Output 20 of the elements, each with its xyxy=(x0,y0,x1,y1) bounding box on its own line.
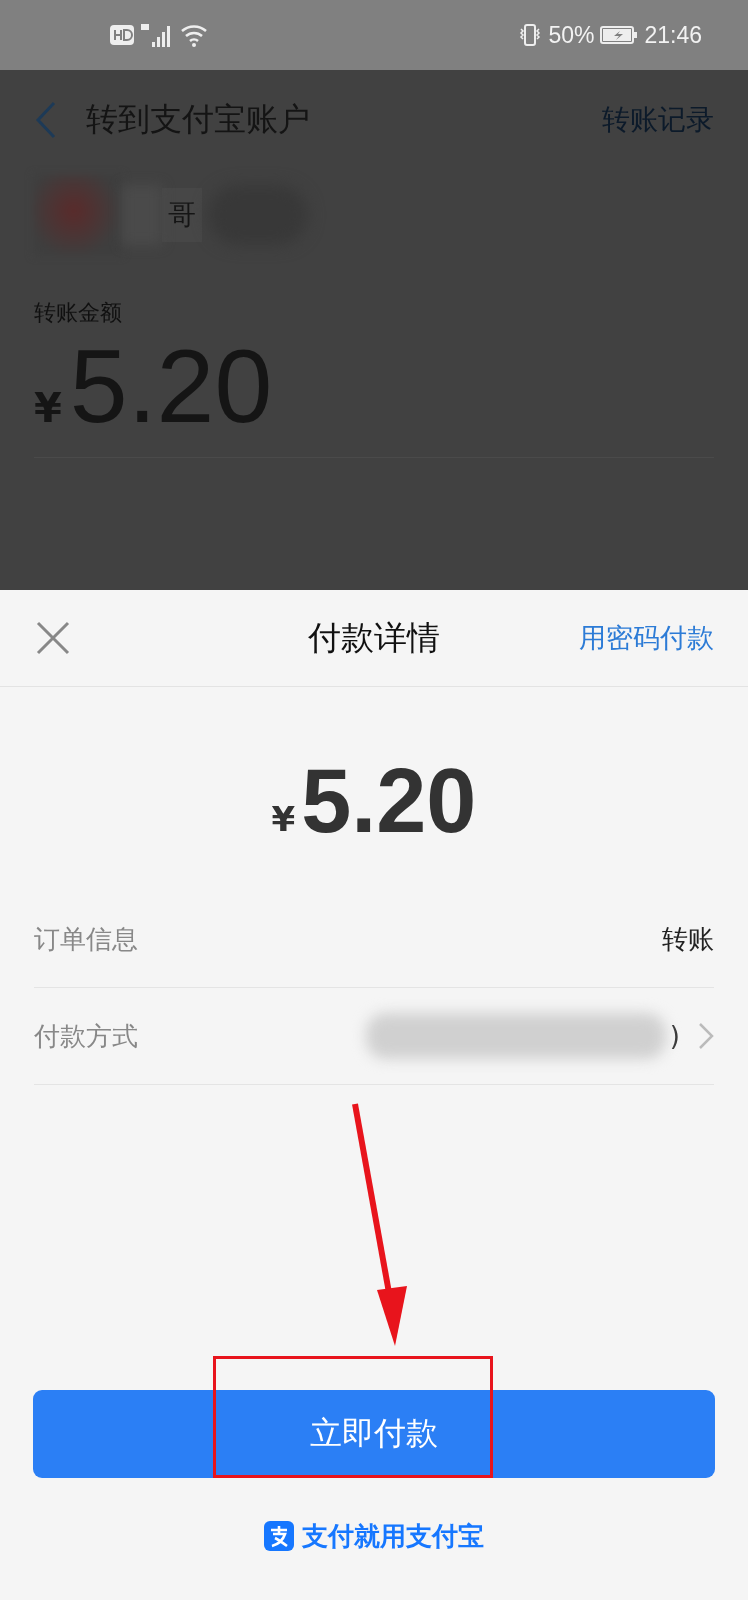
pay-with-password-link[interactable]: 用密码付款 xyxy=(579,620,714,656)
row-label: 订单信息 xyxy=(34,922,138,956)
hd-icon xyxy=(110,25,134,45)
currency-sign: ¥ xyxy=(271,799,296,839)
pay-now-button[interactable]: 立即付款 xyxy=(33,1390,715,1478)
close-icon[interactable] xyxy=(36,621,70,655)
payment-method-value[interactable]: ) xyxy=(669,1021,680,1051)
amount-value: 5.20 xyxy=(301,749,477,853)
back-icon[interactable] xyxy=(34,100,58,140)
battery-percent: 50% xyxy=(548,21,595,49)
brand-slogan: 支付就用支付宝 xyxy=(302,1519,484,1553)
row-value: 转账 xyxy=(662,922,714,956)
vibrate-icon xyxy=(518,23,543,47)
clock: 21:46 xyxy=(644,21,702,49)
battery-icon xyxy=(600,25,639,45)
row-label: 付款方式 xyxy=(34,1019,138,1053)
alipay-logo-icon xyxy=(264,1521,294,1551)
sheet-title: 付款详情 xyxy=(308,616,440,659)
currency-sign: ¥ xyxy=(34,385,62,431)
chevron-right-icon[interactable] xyxy=(698,1022,714,1050)
